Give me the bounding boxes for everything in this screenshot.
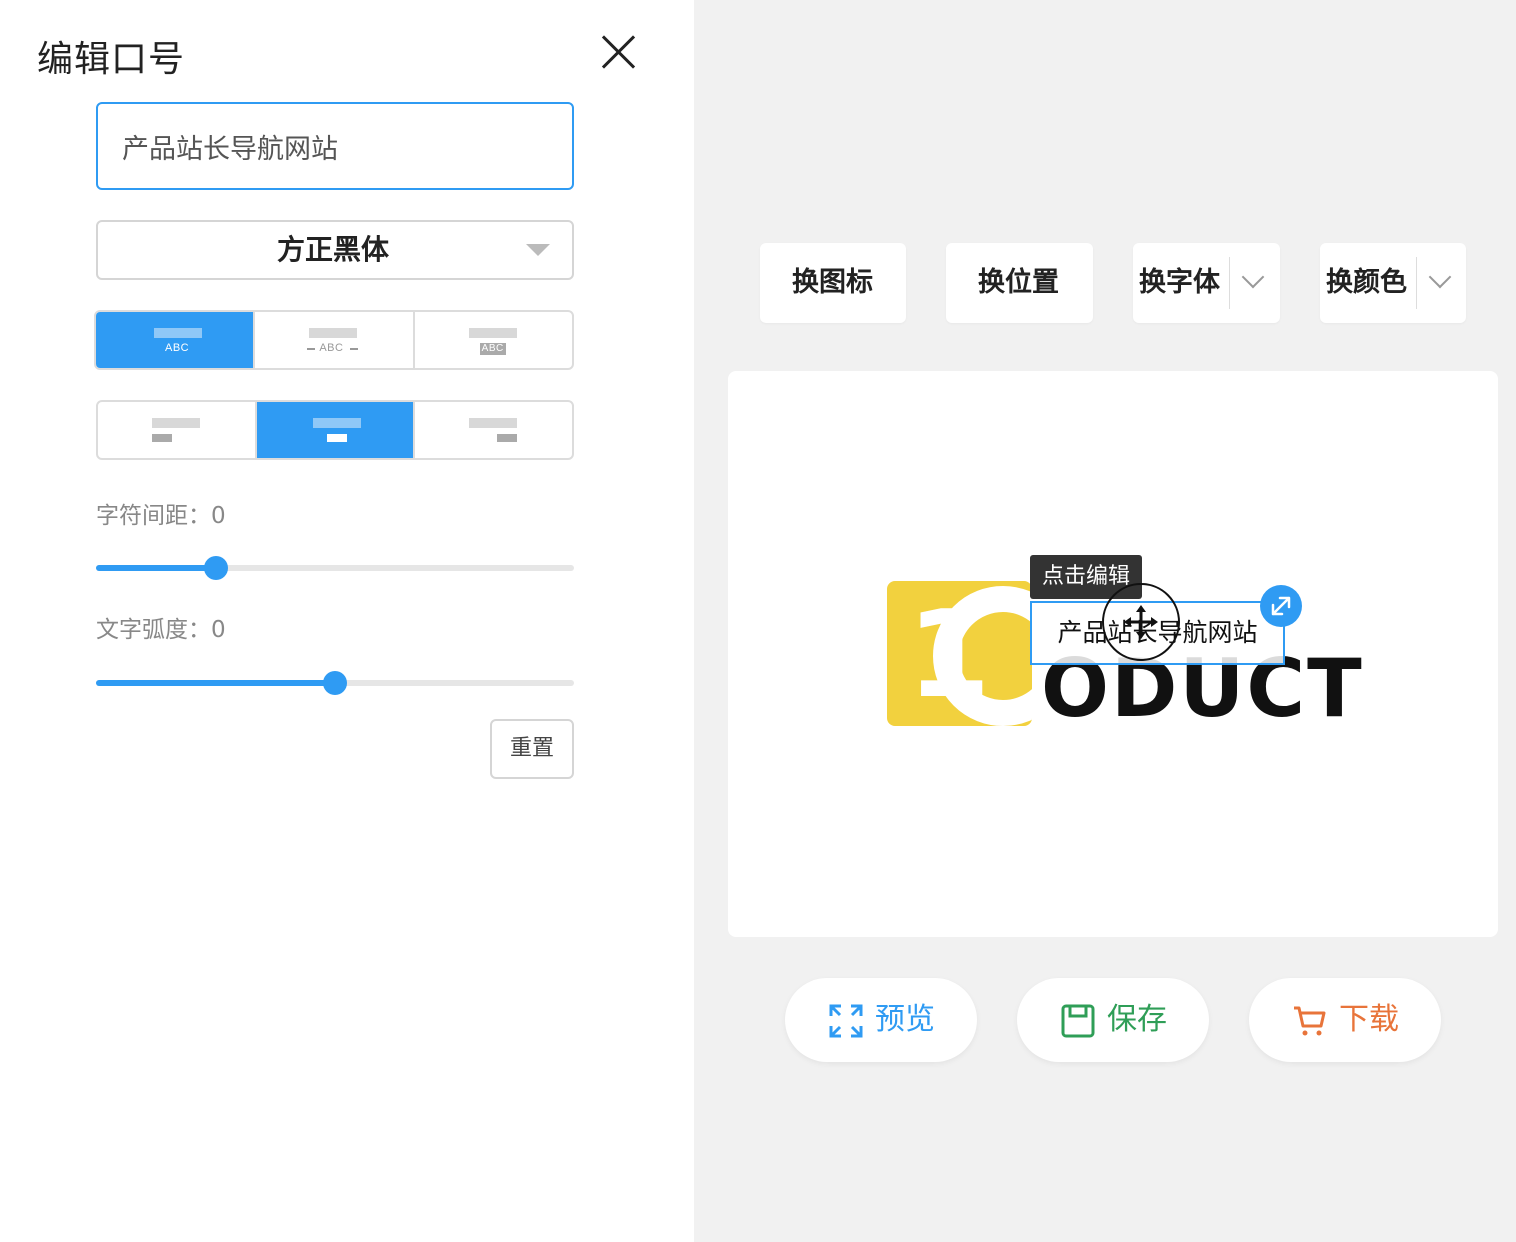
text-style-selector: ABC ABC ABC <box>94 310 574 370</box>
option-label: ABC <box>479 343 506 355</box>
text-arc-label: 文字弧度：0 <box>96 617 226 643</box>
text-arc-slider[interactable] <box>96 670 574 696</box>
shopping-cart-icon <box>1294 1006 1326 1036</box>
close-icon[interactable] <box>598 32 638 72</box>
change-font-button[interactable]: 换字体 <box>1133 243 1280 323</box>
reset-button[interactable]: 重置 <box>490 719 574 779</box>
option-label: ABC <box>165 342 190 354</box>
align-right-option[interactable] <box>415 402 572 458</box>
chevron-down-icon[interactable] <box>1241 265 1265 289</box>
divider <box>1416 257 1417 309</box>
change-color-button[interactable]: 换颜色 <box>1320 243 1466 323</box>
panel-title: 编辑口号 <box>37 39 186 80</box>
edit-slogan-panel: 编辑口号 方正黑体 ABC ABC ABC <box>0 0 694 1242</box>
logo-mark-icon[interactable]: 1 <box>887 581 1032 726</box>
text-style-plain-option[interactable]: ABC <box>96 312 256 368</box>
font-select-value: 方正黑体 <box>276 233 389 266</box>
floppy-disk-icon <box>1061 1004 1095 1038</box>
alignment-selector <box>96 400 574 460</box>
change-color-label: 换颜色 <box>1326 267 1407 298</box>
slider-handle[interactable] <box>203 556 228 580</box>
move-cursor-icon <box>1102 583 1180 661</box>
slider-fill <box>96 565 216 571</box>
change-icon-button[interactable]: 换图标 <box>760 243 906 323</box>
logo-canvas: 1 ODUCT 点击编辑 产品站长导航网站 <box>728 371 1498 937</box>
align-left-option[interactable] <box>98 402 257 458</box>
change-font-label: 换字体 <box>1139 267 1220 298</box>
text-style-boxed-option[interactable]: ABC <box>415 312 572 368</box>
fullscreen-icon <box>829 1004 863 1038</box>
logo-numeral: 1 <box>907 586 991 725</box>
letter-spacing-label: 字符间距：0 <box>96 503 226 529</box>
text-style-lines-option[interactable]: ABC <box>255 312 415 368</box>
change-position-button[interactable]: 换位置 <box>946 243 1093 323</box>
letter-spacing-slider[interactable] <box>96 555 574 581</box>
preview-label: 预览 <box>875 1002 935 1037</box>
chevron-down-icon <box>526 244 550 256</box>
divider <box>1229 257 1230 309</box>
save-label: 保存 <box>1107 1002 1167 1037</box>
resize-handle-icon[interactable] <box>1260 585 1302 627</box>
change-icon-label: 换图标 <box>792 267 873 298</box>
option-label: ABC <box>319 342 344 354</box>
chevron-down-icon[interactable] <box>1428 265 1452 289</box>
align-center-option[interactable] <box>256 402 416 458</box>
change-position-label: 换位置 <box>978 267 1059 298</box>
download-label: 下载 <box>1339 1002 1399 1037</box>
slider-fill <box>96 680 335 686</box>
slider-handle[interactable] <box>323 671 347 695</box>
font-select[interactable]: 方正黑体 <box>96 220 574 280</box>
preview-button[interactable]: 预览 <box>785 978 977 1062</box>
save-button[interactable]: 保存 <box>1017 978 1209 1062</box>
download-button[interactable]: 下载 <box>1249 978 1441 1062</box>
slogan-input[interactable] <box>96 102 574 190</box>
